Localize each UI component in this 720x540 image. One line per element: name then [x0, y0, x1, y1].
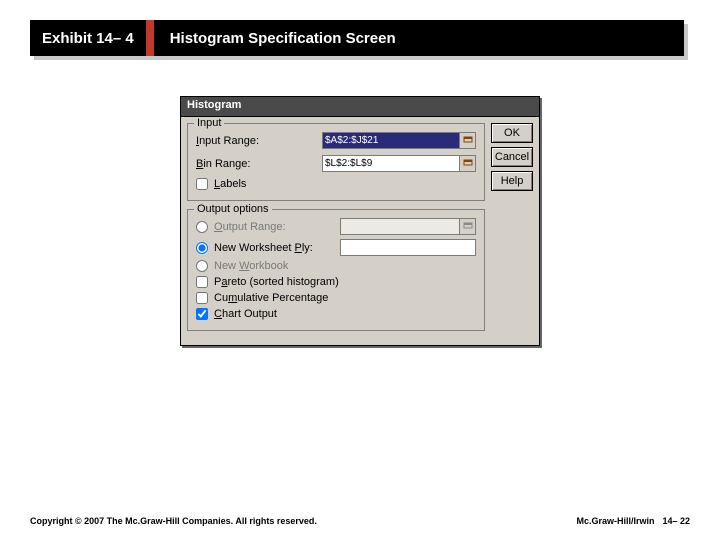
- collapse-icon[interactable]: [459, 155, 476, 172]
- output-range-label: Output Range:: [214, 221, 334, 233]
- slide-title-bar: Exhibit 14– 4 Histogram Specification Sc…: [30, 20, 690, 58]
- bin-range-label: Bin Range:: [196, 158, 316, 170]
- bin-range-field[interactable]: [322, 155, 460, 172]
- chart-output-checkbox[interactable]: [196, 308, 208, 320]
- output-range-field[interactable]: [340, 218, 460, 235]
- dialog-button-column: OK Cancel Help: [491, 123, 533, 339]
- new-worksheet-radio[interactable]: [196, 242, 208, 254]
- footer-publisher: Mc.Graw-Hill/Irwin: [576, 516, 654, 526]
- ok-button[interactable]: OK: [491, 123, 533, 143]
- dialog-titlebar[interactable]: Histogram: [181, 97, 539, 117]
- chart-output-label: Chart Output: [214, 308, 476, 320]
- pareto-checkbox[interactable]: [196, 276, 208, 288]
- new-workbook-radio[interactable]: [196, 260, 208, 272]
- collapse-icon[interactable]: [459, 218, 476, 235]
- output-group-title: Output options: [194, 203, 272, 215]
- slide-title: Histogram Specification Screen: [154, 30, 396, 47]
- dialog-body: Input Input Range: Bin Range:: [181, 117, 539, 345]
- output-options-group: Output options Output Range: New Workshe…: [187, 209, 485, 331]
- footer-copyright: Copyright © 2007 The Mc.Graw-Hill Compan…: [30, 516, 317, 526]
- help-button[interactable]: Help: [491, 171, 533, 191]
- footer-pagenum: 14– 22: [662, 516, 690, 526]
- labels-checkbox[interactable]: [196, 178, 208, 190]
- input-group-title: Input: [194, 117, 224, 129]
- pareto-label: Pareto (sorted histogram): [214, 276, 476, 288]
- input-group: Input Input Range: Bin Range:: [187, 123, 485, 201]
- output-range-radio[interactable]: [196, 221, 208, 233]
- cancel-button[interactable]: Cancel: [491, 147, 533, 167]
- cumulative-pct-label: Cumulative Percentage: [214, 292, 476, 304]
- footer-right: Mc.Graw-Hill/Irwin 14– 22: [576, 516, 690, 526]
- new-workbook-label: New Workbook: [214, 260, 334, 272]
- labels-checkbox-label: Labels: [214, 178, 334, 190]
- input-range-field[interactable]: [322, 132, 460, 149]
- cumulative-pct-checkbox[interactable]: [196, 292, 208, 304]
- collapse-icon[interactable]: [459, 132, 476, 149]
- new-worksheet-field[interactable]: [340, 239, 476, 256]
- new-worksheet-label: New Worksheet Ply:: [214, 242, 334, 254]
- title-main: Exhibit 14– 4 Histogram Specification Sc…: [30, 20, 684, 56]
- histogram-dialog: Histogram Input Input Range: Bin Range:: [180, 96, 540, 346]
- input-range-label: Input Range:: [196, 135, 316, 147]
- dialog-left-pane: Input Input Range: Bin Range:: [187, 123, 485, 339]
- exhibit-tag: Exhibit 14– 4: [30, 20, 154, 56]
